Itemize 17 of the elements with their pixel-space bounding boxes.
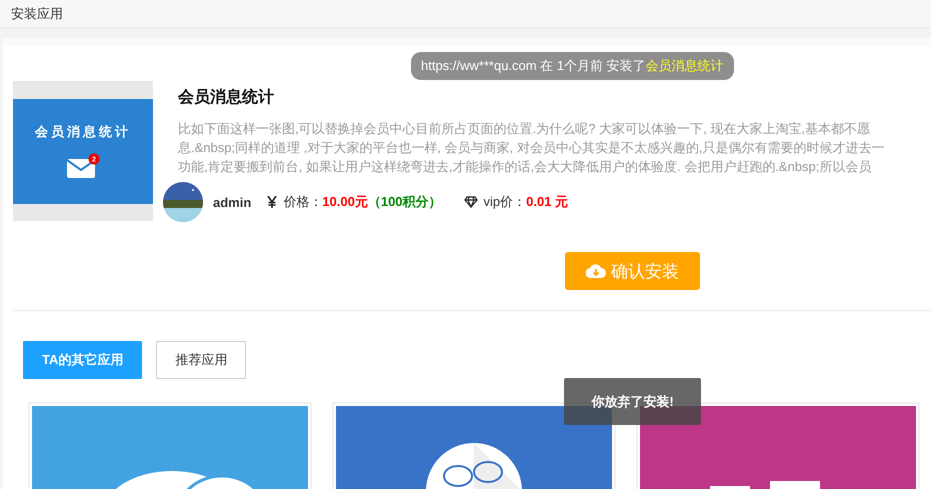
cloud-download-icon [586,264,606,278]
description-line: 息.&nbsp;同样的道理 ,对于大家的平台也一样, 会员与商家, 对会员中心其实是不太感兴趣的,只是偶尔有需要的时候才进去一 [178,139,886,156]
description-line: 比如下面这样一张图,可以替换掉会员中心目前所占页面的位置.为什么呢? 大家可以体验一下, 现在大家上淘宝,基本都不愿 [178,120,871,137]
price: 价格：10.00元（100积分） [283,193,442,211]
diamond-icon [464,196,478,208]
thumbnail-title: 会员消息统计 [35,123,131,141]
page-title: 安装应用 [11,4,63,22]
tab[interactable]: TA的其它应用 [23,341,142,379]
author-name: admin [213,194,252,210]
app-title: 会员消息统计 [178,87,275,108]
vip-price: vip价：0.01 元 [484,193,568,211]
install-notice: https://ww***qu.com 在 1个月前 安装了会员消息统计 [411,52,734,80]
toast-message: 你放弃了安装! [564,378,701,425]
tab[interactable]: 推荐应用 [156,341,246,379]
yen-icon [267,196,278,208]
install-button[interactable]: 确认安装 [565,252,700,290]
description-line: 功能,肯定要搬到前台, 如果让用户这样绕弯进去,才能操作的话,会大大降低用户的体验度. 会把用户赶跑的.&nbsp;所以会员 [178,158,872,175]
